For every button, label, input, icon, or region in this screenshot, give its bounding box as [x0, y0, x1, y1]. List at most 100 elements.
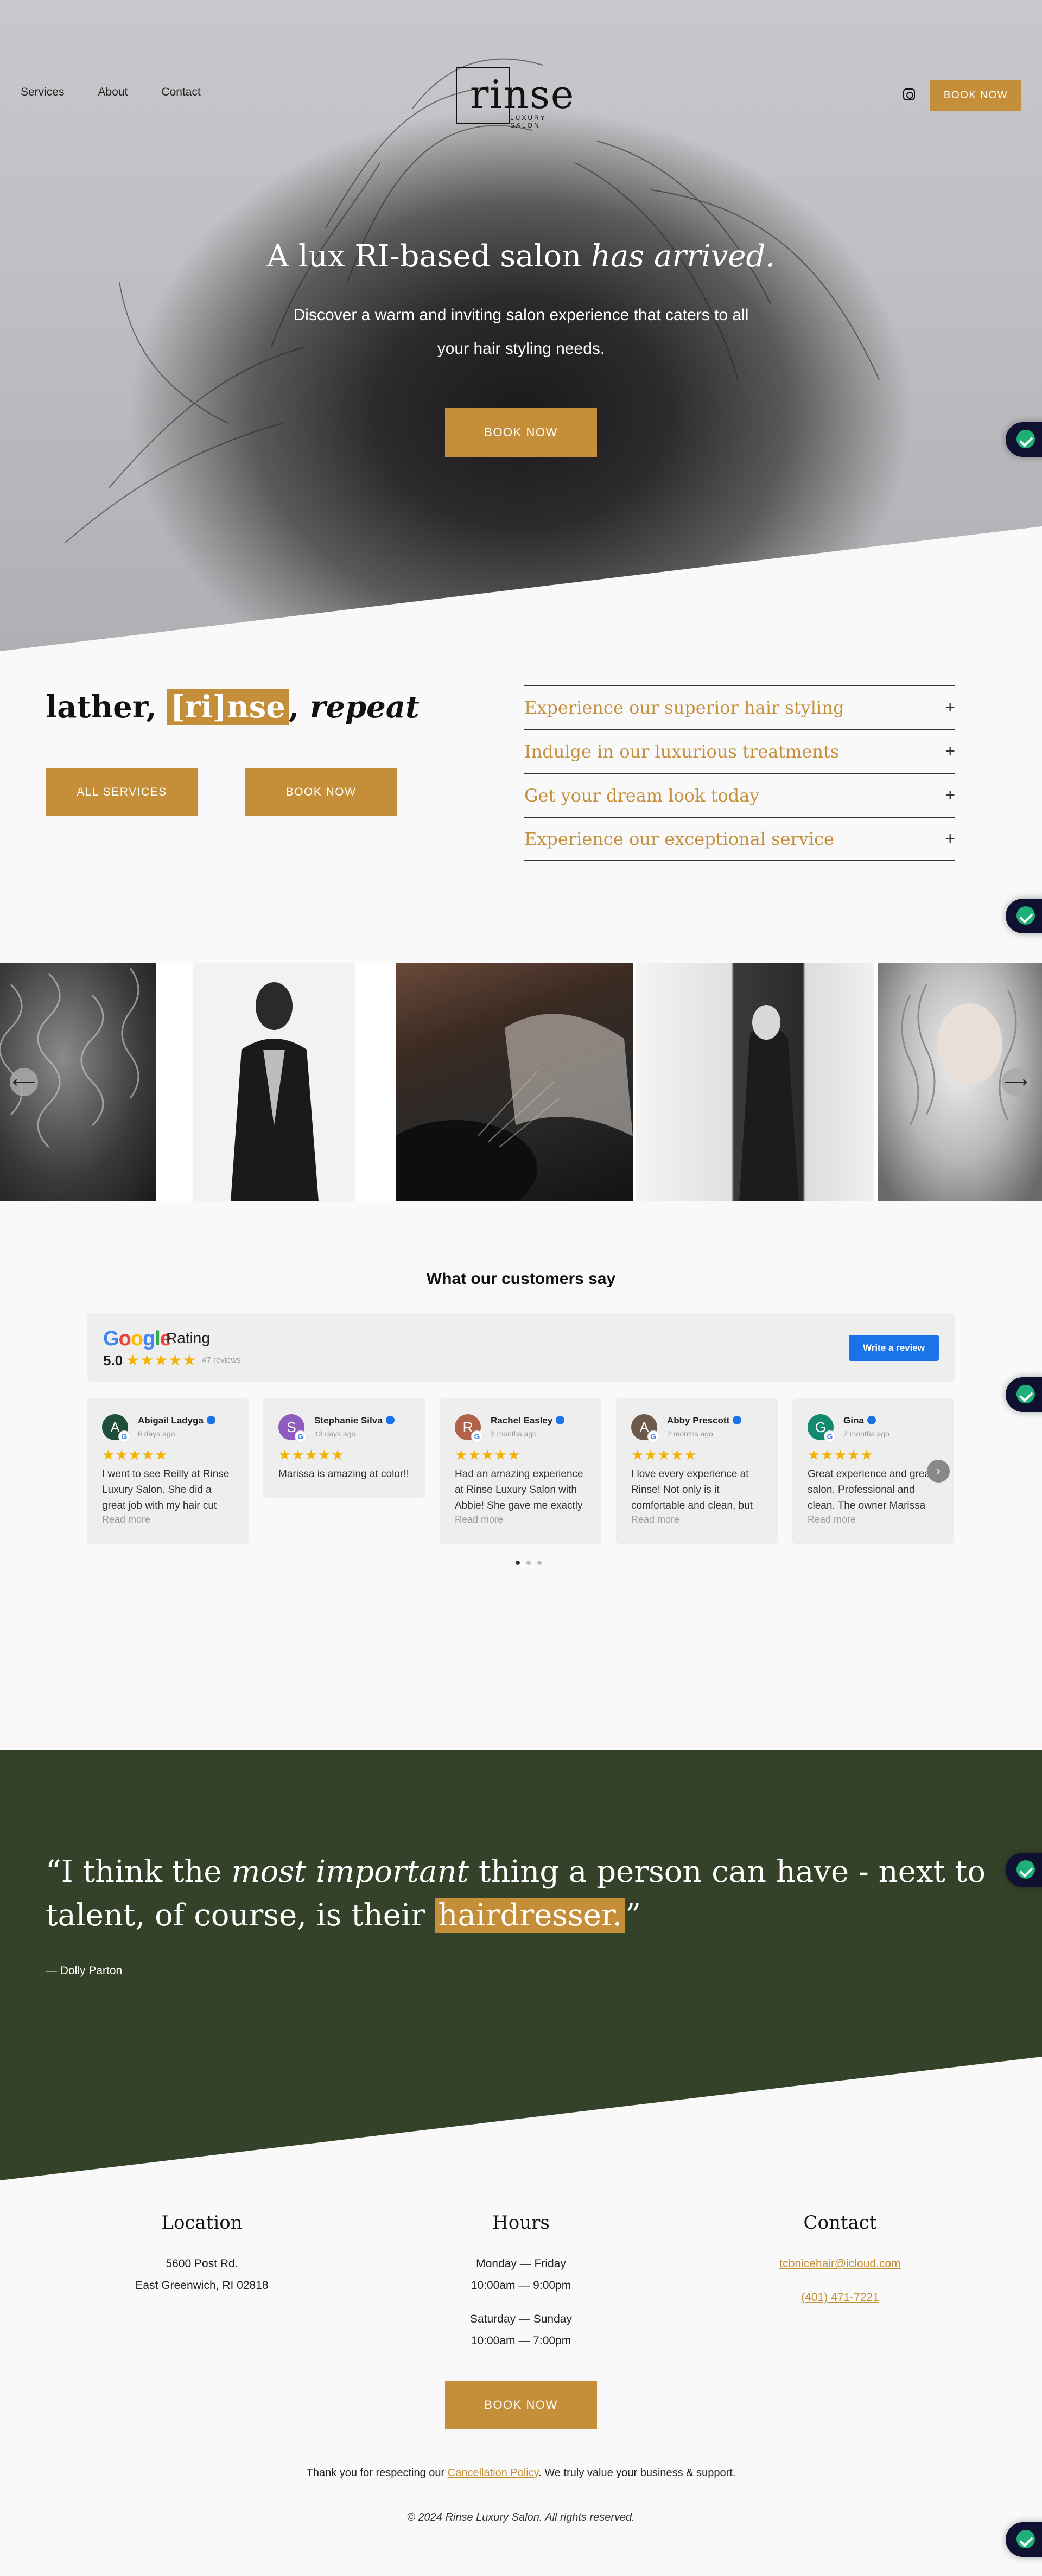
intro-book-now-button[interactable]: BOOK NOW	[245, 768, 397, 816]
thanks-text-b: . We truly value your business & support…	[538, 2467, 736, 2479]
quote-close: ”	[625, 1898, 641, 1933]
verified-icon	[206, 1416, 215, 1424]
tagline-part-b: ,	[288, 689, 310, 725]
model-graphic	[231, 982, 319, 1201]
verified-badge-icon[interactable]	[1006, 2522, 1042, 2557]
services-accordion: Experience our superior hair styling + In…	[524, 685, 955, 861]
review-count: 47 reviews	[202, 1356, 241, 1365]
accordion-item-dream-look[interactable]: Get your dream look today +	[524, 773, 955, 817]
verified-badge-icon[interactable]	[1006, 1853, 1042, 1887]
review-stars-icon: ★★★★★	[808, 1447, 874, 1463]
phone-link[interactable]: (401) 471-7221	[704, 2287, 976, 2308]
rating-stars-icon: ★★★★★	[126, 1352, 197, 1369]
carousel-dot[interactable]	[537, 1561, 542, 1565]
accordion-item-treatments[interactable]: Indulge in our luxurious treatments +	[524, 729, 955, 773]
tagline-part-a: lather,	[46, 689, 168, 725]
rinse-logo[interactable]: rinse LUXURY SALON	[456, 67, 575, 129]
all-services-button[interactable]: ALL SERVICES	[46, 768, 198, 816]
review-card[interactable]: A G Abby Prescott 2 months ago ★★★★★ I l…	[616, 1398, 778, 1544]
google-logo: Google	[103, 1327, 171, 1350]
reviews-next-arrow-icon[interactable]: ›	[927, 1460, 950, 1483]
accordion-label: Indulge in our luxurious treatments	[524, 741, 840, 762]
top-navigation: Services About Contact	[21, 86, 201, 99]
footer-book-now-button[interactable]: BOOK NOW	[445, 2381, 597, 2429]
google-badge-icon: G	[471, 1430, 483, 1442]
accordion-label: Experience our exceptional service	[524, 828, 834, 849]
footer-contact: Contact tcbnicehair@icloud.com (401) 471…	[704, 2212, 976, 2308]
verified-badge-icon[interactable]	[1006, 899, 1042, 933]
header-book-now-button[interactable]: BOOK NOW	[930, 80, 1021, 111]
reviewer-name-text: Stephanie Silva	[314, 1415, 383, 1426]
address-line-1: 5600 Post Rd.	[166, 2257, 238, 2270]
read-more-link[interactable]: Read more	[102, 1514, 150, 1525]
accordion-item-service[interactable]: Experience our exceptional service +	[524, 817, 955, 861]
verified-icon	[385, 1416, 395, 1424]
nav-item-services[interactable]: Services	[21, 86, 65, 99]
reviewer-name: Abigail Ladyga	[138, 1415, 215, 1426]
gallery-next-arrow-icon[interactable]: ⟶	[1002, 1068, 1030, 1096]
review-stars-icon: ★★★★★	[102, 1447, 168, 1463]
copyright-text: © 2024 Rinse Luxury Salon. All rights re…	[407, 2511, 635, 2523]
read-more-link[interactable]: Read more	[455, 1514, 503, 1525]
review-text: I went to see Reilly at Rinse Luxury Sal…	[102, 1468, 230, 1511]
photo-gallery	[0, 963, 1042, 1201]
review-text: Marissa is amazing at color!!	[278, 1468, 409, 1480]
hero-section: Services About Contact rinse LUXURY SALO…	[0, 0, 1042, 651]
rating-score: 5.0	[103, 1352, 123, 1369]
nav-item-about[interactable]: About	[98, 86, 128, 99]
google-rating-bar: Google Rating 5.0 ★★★★★ 47 reviews Write…	[87, 1313, 955, 1382]
verified-badge-icon[interactable]	[1006, 422, 1042, 457]
review-stars-icon: ★★★★★	[278, 1447, 345, 1463]
carousel-dot[interactable]	[526, 1561, 531, 1565]
carousel-dots	[516, 1561, 542, 1565]
review-text: Had an amazing experience at Rinse Luxur…	[455, 1468, 583, 1511]
plus-icon: +	[945, 741, 955, 761]
gallery-prev-arrow-icon[interactable]: ⟵	[10, 1068, 38, 1096]
dolly-parton-quote: “I think the most important thing a pers…	[46, 1850, 1001, 1937]
reviewer-name: Rachel Easley	[491, 1415, 565, 1426]
read-more-link[interactable]: Read more	[808, 1514, 856, 1525]
reviewer-name-text: Gina	[843, 1415, 864, 1426]
accordion-label: Experience our superior hair styling	[524, 697, 844, 718]
verified-badge-icon[interactable]	[1006, 1377, 1042, 1412]
verified-icon	[867, 1416, 876, 1424]
plus-icon: +	[945, 697, 955, 717]
read-more-link[interactable]: Read more	[631, 1514, 679, 1525]
accordion-item-styling[interactable]: Experience our superior hair styling +	[524, 685, 955, 729]
reviewer-name-text: Abby Prescott	[667, 1415, 730, 1426]
logo-wordmark: rinse	[470, 72, 575, 117]
google-badge-icon: G	[647, 1430, 659, 1442]
email-link[interactable]: tcbnicehair@icloud.com	[704, 2253, 976, 2275]
review-card[interactable]: A G Abigail Ladyga 6 days ago ★★★★★ I we…	[87, 1398, 249, 1544]
review-card[interactable]: R G Rachel Easley 2 months ago ★★★★★ Had…	[440, 1398, 601, 1544]
hours-weekend-days: Saturday — Sunday	[470, 2313, 572, 2325]
review-stars-icon: ★★★★★	[631, 1447, 697, 1463]
accordion-label: Get your dream look today	[524, 785, 760, 806]
hero-book-now-button[interactable]: BOOK NOW	[445, 408, 597, 457]
tagline-italic: repeat	[309, 689, 420, 725]
contact-title: Contact	[803, 2212, 877, 2234]
gallery-gap	[156, 963, 193, 1201]
review-time: 2 months ago	[491, 1429, 537, 1438]
reviewer-name-text: Abigail Ladyga	[138, 1415, 204, 1426]
location-title: Location	[161, 2212, 243, 2234]
footer-location: Location 5600 Post Rd. East Greenwich, R…	[66, 2212, 338, 2297]
tagline-highlight: [ri]nse	[167, 689, 289, 725]
verified-icon	[556, 1416, 565, 1424]
quote-author: — Dolly Parton	[46, 1964, 123, 1977]
review-card[interactable]: S G Stephanie Silva 13 days ago ★★★★★ Ma…	[263, 1398, 425, 1498]
reviews-title: What our customers say	[426, 1270, 616, 1288]
carousel-dot-active[interactable]	[516, 1561, 520, 1565]
cancellation-policy-link[interactable]: Cancellation Policy	[448, 2467, 539, 2479]
review-text: I love every experience at Rinse! Not on…	[631, 1468, 753, 1511]
google-badge-icon: G	[118, 1430, 130, 1442]
address-line-2: East Greenwich, RI 02818	[135, 2279, 269, 2292]
nav-item-contact[interactable]: Contact	[161, 86, 200, 99]
quote-open: “I think the	[46, 1854, 232, 1890]
instagram-icon[interactable]	[903, 88, 915, 100]
google-badge-icon: G	[824, 1430, 836, 1442]
write-review-button[interactable]: Write a review	[849, 1335, 939, 1361]
tagline-heading: lather, [ri]nse, repeat	[46, 689, 420, 725]
reviewer-name: Abby Prescott	[667, 1415, 742, 1426]
review-time: 2 months ago	[843, 1429, 889, 1438]
